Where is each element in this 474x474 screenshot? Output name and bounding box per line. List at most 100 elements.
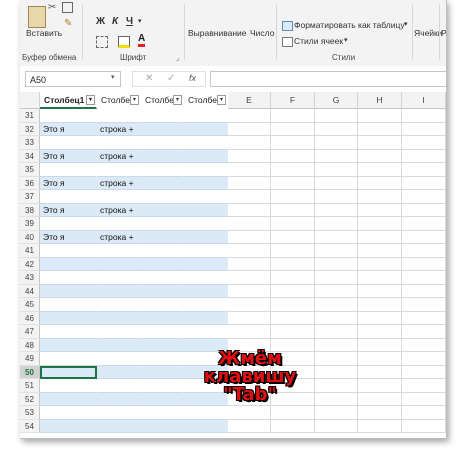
grid-cell[interactable] (315, 230, 358, 244)
grid-cell[interactable] (358, 217, 402, 231)
confirm-icon[interactable]: ✓ (167, 73, 175, 84)
grid-cell[interactable] (228, 203, 271, 217)
grid-cell[interactable] (358, 257, 402, 271)
cancel-icon[interactable]: ✕ (145, 73, 153, 84)
grid-cell[interactable] (402, 325, 446, 339)
grid-cell[interactable] (228, 176, 271, 190)
table-cell[interactable]: Это я (40, 122, 97, 136)
grid-cell[interactable] (228, 217, 271, 231)
table-cell[interactable] (141, 122, 184, 136)
table-cell[interactable] (97, 406, 141, 420)
filter-dropdown-icon[interactable]: ▾ (173, 95, 182, 105)
grid-cell[interactable] (358, 298, 402, 312)
grid-cell[interactable] (228, 122, 271, 136)
table-cell[interactable] (40, 244, 97, 258)
table-cell[interactable] (184, 109, 228, 123)
row-header[interactable]: 34 (20, 149, 40, 163)
grid-cell[interactable] (228, 244, 271, 258)
grid-cell[interactable] (358, 352, 402, 366)
grid-cell[interactable] (358, 203, 402, 217)
borders-icon[interactable] (96, 36, 108, 48)
table-cell[interactable] (184, 230, 228, 244)
table-cell[interactable] (40, 379, 97, 393)
row-header[interactable]: 53 (20, 406, 40, 420)
table-cell[interactable] (184, 217, 228, 231)
row-header[interactable]: 44 (20, 284, 40, 298)
table-cell[interactable] (97, 419, 141, 433)
filter-dropdown-icon[interactable]: ▾ (130, 95, 139, 105)
grid-cell[interactable] (315, 109, 358, 123)
grid-cell[interactable] (358, 190, 402, 204)
grid-cell[interactable] (358, 284, 402, 298)
table-cell[interactable] (141, 190, 184, 204)
table-cell[interactable] (184, 271, 228, 285)
grid-cell[interactable] (315, 149, 358, 163)
table-cell[interactable] (97, 109, 141, 123)
table-cell[interactable] (40, 109, 97, 123)
table-cell[interactable] (141, 136, 184, 150)
row-header[interactable]: 43 (20, 271, 40, 285)
grid-cell[interactable] (228, 311, 271, 325)
table-cell[interactable] (141, 149, 184, 163)
paste-icon[interactable] (28, 6, 46, 28)
table-cell[interactable] (141, 338, 184, 352)
table-cell[interactable] (97, 257, 141, 271)
grid-cell[interactable] (402, 217, 446, 231)
table-cell[interactable] (141, 298, 184, 312)
column-header-i[interactable]: I (402, 92, 446, 109)
table-header-column4[interactable]: Столбе ▾ (184, 92, 228, 109)
table-cell[interactable] (184, 298, 228, 312)
table-cell[interactable] (141, 230, 184, 244)
grid-cell[interactable] (228, 190, 271, 204)
table-cell[interactable] (141, 217, 184, 231)
column-header-f[interactable]: F (271, 92, 315, 109)
grid-cell[interactable] (315, 325, 358, 339)
table-cell[interactable] (40, 392, 97, 406)
grid-cell[interactable] (228, 419, 271, 433)
row-header[interactable]: 35 (20, 163, 40, 177)
table-cell[interactable] (40, 325, 97, 339)
grid-cell[interactable] (358, 379, 402, 393)
grid-cell[interactable] (402, 338, 446, 352)
grid-cell[interactable] (271, 406, 315, 420)
row-header[interactable]: 45 (20, 298, 40, 312)
grid-cell[interactable] (271, 122, 315, 136)
table-cell[interactable] (141, 284, 184, 298)
table-cell[interactable] (141, 271, 184, 285)
grid-cell[interactable] (271, 325, 315, 339)
grid-cell[interactable] (228, 163, 271, 177)
table-cell[interactable] (40, 419, 97, 433)
grid-cell[interactable] (315, 379, 358, 393)
table-cell[interactable] (97, 163, 141, 177)
fill-color-icon[interactable] (118, 36, 130, 48)
grid-cell[interactable] (358, 406, 402, 420)
grid-cell[interactable] (402, 379, 446, 393)
number-button[interactable]: Число (250, 28, 274, 38)
grid-cell[interactable] (402, 257, 446, 271)
grid-cell[interactable] (315, 190, 358, 204)
column-header-g[interactable]: G (315, 92, 358, 109)
table-cell[interactable] (97, 298, 141, 312)
table-cell[interactable]: строка + (97, 230, 141, 244)
table-cell[interactable] (97, 136, 141, 150)
table-cell[interactable] (141, 203, 184, 217)
grid-cell[interactable] (315, 298, 358, 312)
grid-cell[interactable] (315, 284, 358, 298)
table-cell[interactable] (40, 311, 97, 325)
table-cell[interactable] (184, 176, 228, 190)
grid-cell[interactable] (228, 298, 271, 312)
grid-cell[interactable] (271, 136, 315, 150)
grid-cell[interactable] (402, 109, 446, 123)
table-cell[interactable] (40, 298, 97, 312)
table-cell[interactable]: строка + (97, 203, 141, 217)
table-cell[interactable] (141, 244, 184, 258)
grid-cell[interactable] (402, 244, 446, 258)
row-header[interactable]: 51 (20, 379, 40, 393)
grid-cell[interactable] (358, 176, 402, 190)
table-cell[interactable] (40, 190, 97, 204)
table-cell[interactable] (97, 190, 141, 204)
grid-cell[interactable] (228, 284, 271, 298)
grid-cell[interactable] (358, 271, 402, 285)
chevron-down-icon[interactable]: ▾ (111, 73, 115, 81)
row-header[interactable]: 52 (20, 392, 40, 406)
